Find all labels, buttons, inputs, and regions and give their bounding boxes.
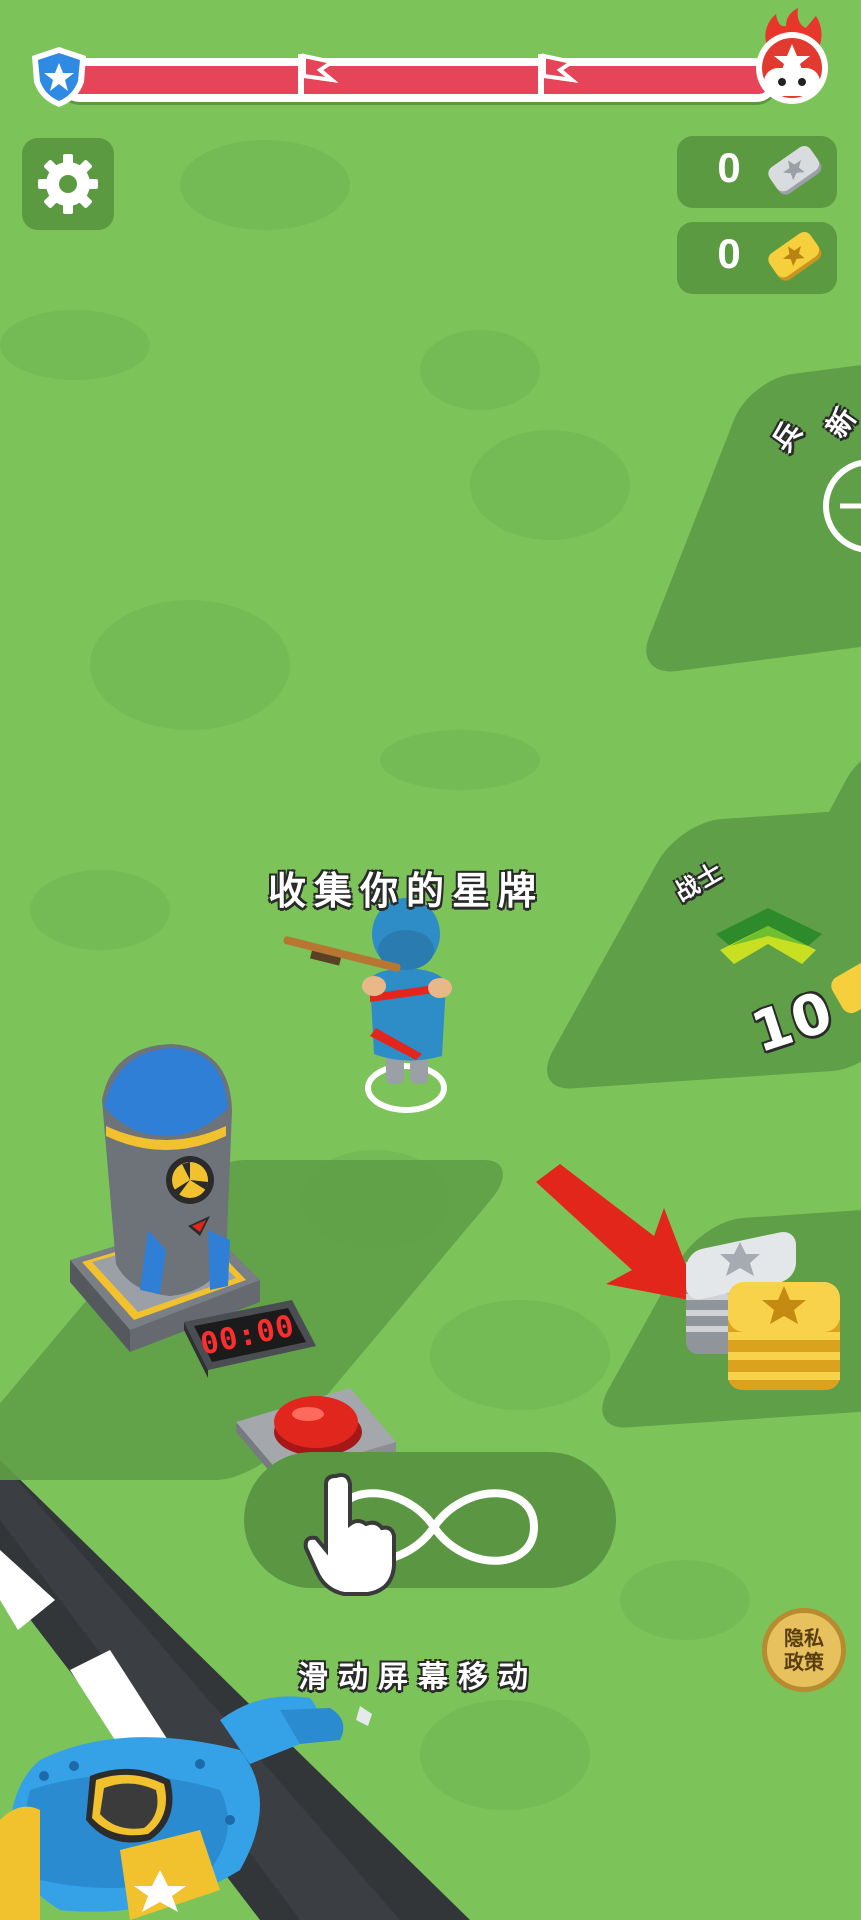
gold-star-plate-icon [831, 960, 861, 1014]
ground-patch [30, 870, 170, 950]
star-plate-stacks [686, 1231, 840, 1390]
swipe-hint-panel [244, 1452, 616, 1596]
gold-star-count: 0 [717, 230, 741, 277]
milestone-flag-icon [298, 53, 338, 100]
hand-pointer-icon [303, 1473, 396, 1596]
compass-ring-icon [823, 459, 861, 553]
ground-patch [180, 140, 350, 230]
settings-button[interactable] [22, 138, 114, 230]
collect-stars-hint: 收集你的星牌 [268, 869, 545, 913]
silver-star-count: 0 [717, 144, 741, 191]
gold-star-counter: 0 [677, 222, 837, 294]
gear-icon [38, 154, 98, 214]
enemy-boss-icon [756, 8, 828, 104]
milestone-flag-icon [538, 53, 578, 100]
ground-patch [470, 430, 630, 540]
fighter-plane [0, 1696, 372, 1920]
privacy-policy-button[interactable]: 隐私 政策 [762, 1608, 846, 1692]
ground-patch [380, 730, 540, 790]
ground-patch [90, 600, 290, 730]
ground-patch [620, 1560, 750, 1640]
level-progress-bar [58, 58, 778, 102]
chevron-rank-icon [716, 908, 822, 964]
silver-star-plate-icon [768, 146, 822, 195]
privacy-label-line1: 隐私 [784, 1626, 824, 1650]
silver-star-counter: 0 [677, 136, 837, 208]
ground-patch [420, 330, 540, 410]
gold-star-plate-icon [768, 232, 822, 281]
ground-patch [430, 1300, 610, 1410]
shield-star-icon [32, 47, 86, 107]
player-soldier [283, 898, 452, 1113]
ground-patch [0, 310, 150, 380]
privacy-label-line2: 政策 [784, 1650, 824, 1674]
